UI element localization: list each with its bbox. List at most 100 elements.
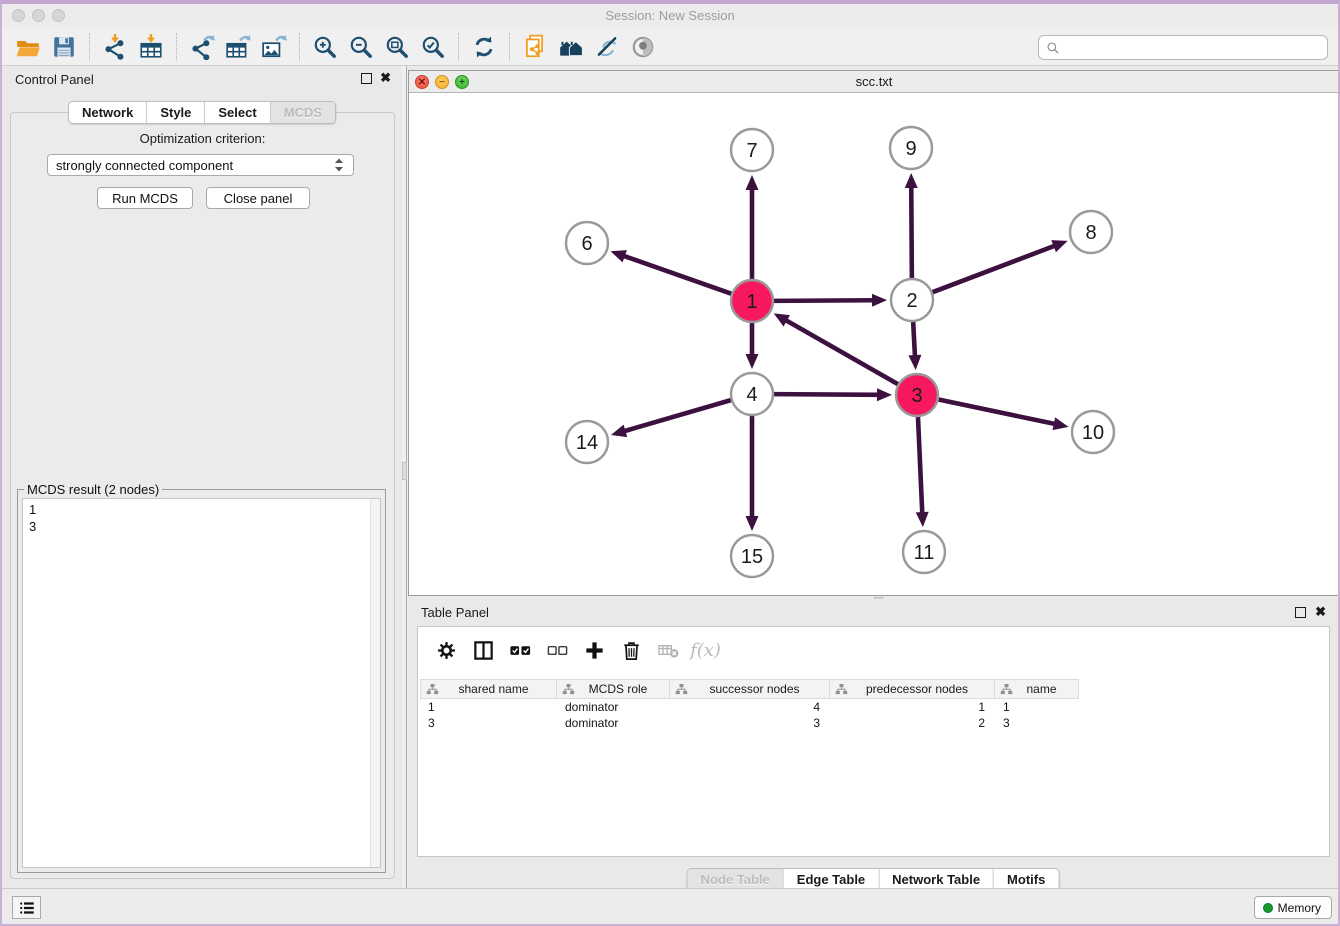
- tab-edge-table[interactable]: Edge Table: [783, 869, 878, 890]
- delete-icon: [620, 639, 643, 662]
- table-cell[interactable]: 3: [670, 715, 830, 731]
- tab-style[interactable]: Style: [146, 102, 204, 123]
- column-header-label: successor nodes: [688, 682, 829, 696]
- edge-2-8[interactable]: [933, 245, 1056, 292]
- save-session-button[interactable]: [46, 31, 82, 63]
- control-panel: Control Panel ✖ NetworkStyleSelectMCDS O…: [2, 66, 402, 888]
- edge-arrowhead: [746, 516, 759, 531]
- export-network-button[interactable]: [184, 31, 220, 63]
- tab-network-table[interactable]: Network Table: [878, 869, 993, 890]
- deselect-all-button[interactable]: [539, 633, 576, 667]
- graph-node-label-11: 11: [914, 542, 935, 564]
- table-panel-header: Table Panel ✖: [408, 599, 1338, 625]
- import-network-button[interactable]: [97, 31, 133, 63]
- apply-layout-icon: [471, 34, 497, 60]
- close-panel-button[interactable]: Close panel: [206, 187, 310, 209]
- toggle-graphics-details-button[interactable]: [589, 31, 625, 63]
- tab-node-table[interactable]: Node Table: [688, 869, 783, 890]
- column-header-predecessor-nodes[interactable]: predecessor nodes: [830, 679, 995, 699]
- edge-1-6[interactable]: [623, 256, 731, 294]
- mcds-result-title: MCDS result (2 nodes): [24, 482, 162, 497]
- tab-motifs[interactable]: Motifs: [993, 869, 1058, 890]
- zoom-in-button[interactable]: [307, 31, 343, 63]
- settings-button[interactable]: [428, 633, 465, 667]
- export-image-button[interactable]: [256, 31, 292, 63]
- table-cell[interactable]: 1: [830, 699, 995, 715]
- mcds-result-text[interactable]: 13: [22, 498, 381, 868]
- search-box[interactable]: [1038, 35, 1328, 60]
- edge-3-11[interactable]: [918, 417, 922, 514]
- open-session-button[interactable]: [10, 31, 46, 63]
- graph-node-label-2: 2: [906, 290, 917, 312]
- network-graph[interactable]: 1234678910111415: [409, 93, 1339, 595]
- table-float-icon[interactable]: [1295, 607, 1306, 618]
- table-close-icon[interactable]: ✖: [1315, 605, 1326, 619]
- welcome-screen-button[interactable]: [553, 31, 589, 63]
- toolbar-separator: [299, 33, 300, 61]
- function-builder-button[interactable]: f(x): [687, 633, 724, 667]
- network-canvas[interactable]: 1234678910111415: [409, 93, 1339, 595]
- table-cell[interactable]: 3: [420, 715, 557, 731]
- column-header-shared-name[interactable]: shared name: [420, 679, 557, 699]
- float-panel-icon[interactable]: [361, 73, 372, 84]
- edge-arrowhead: [746, 175, 759, 190]
- splitter-handle[interactable]: [402, 462, 407, 480]
- edge-4-3[interactable]: [774, 394, 879, 395]
- close-panel-icon[interactable]: ✖: [380, 71, 391, 85]
- search-input[interactable]: [1060, 40, 1320, 55]
- graph-node-label-9: 9: [905, 138, 916, 160]
- memory-button[interactable]: Memory: [1254, 896, 1332, 919]
- table-cell[interactable]: 3: [995, 715, 1079, 731]
- mcds-result-line: 3: [29, 518, 380, 535]
- export-table-button[interactable]: [220, 31, 256, 63]
- edge-4-14[interactable]: [623, 400, 730, 431]
- toolbar-separator: [509, 33, 510, 61]
- import-table-button[interactable]: [133, 31, 169, 63]
- table-cell[interactable]: dominator: [557, 715, 670, 731]
- network-close-button[interactable]: ✕: [415, 75, 429, 89]
- column-header-mcds-role[interactable]: MCDS role: [557, 679, 670, 699]
- tab-mcds[interactable]: MCDS: [270, 102, 335, 123]
- optimization-criterion-select[interactable]: strongly connected component: [47, 154, 354, 176]
- clear-table-button[interactable]: [650, 633, 687, 667]
- add-icon: [583, 639, 606, 662]
- node-table: shared nameMCDS role successor nodesprede…: [420, 679, 1079, 731]
- result-scrollbar[interactable]: [370, 499, 380, 867]
- edge-3-1[interactable]: [785, 320, 898, 384]
- zoom-fit-button[interactable]: [379, 31, 415, 63]
- apply-layout-button[interactable]: [466, 31, 502, 63]
- table-cell[interactable]: 4: [670, 699, 830, 715]
- edge-2-9[interactable]: [911, 186, 912, 278]
- network-zoom-button[interactable]: +: [455, 75, 469, 89]
- column-header-successor-nodes[interactable]: successor nodes: [670, 679, 830, 699]
- edge-1-2[interactable]: [774, 300, 874, 301]
- select-all-button[interactable]: [502, 633, 539, 667]
- add-button[interactable]: [576, 633, 613, 667]
- task-history-button[interactable]: [12, 896, 41, 919]
- table-cell[interactable]: 2: [830, 715, 995, 731]
- zoom-selected-button[interactable]: [415, 31, 451, 63]
- minimize-window-button[interactable]: [32, 9, 45, 22]
- run-mcds-button[interactable]: Run MCDS: [97, 187, 193, 209]
- table-row[interactable]: 3dominator323: [420, 715, 1079, 731]
- mcds-tab-content: Optimization criterion: strongly connect…: [10, 112, 395, 879]
- column-header-name[interactable]: name: [995, 679, 1079, 699]
- table-cell[interactable]: dominator: [557, 699, 670, 715]
- split-view-button[interactable]: [465, 633, 502, 667]
- edge-3-10[interactable]: [939, 400, 1056, 425]
- save-session-icon: [51, 34, 77, 60]
- zoom-window-button[interactable]: [52, 9, 65, 22]
- table-cell[interactable]: 1: [995, 699, 1079, 715]
- network-minimize-button[interactable]: −: [435, 75, 449, 89]
- close-window-button[interactable]: [12, 9, 25, 22]
- edge-2-3[interactable]: [913, 322, 915, 357]
- tab-network[interactable]: Network: [69, 102, 146, 123]
- table-row[interactable]: 1dominator411: [420, 699, 1079, 715]
- clear-table-icon: [657, 639, 680, 662]
- tab-select[interactable]: Select: [204, 102, 269, 123]
- delete-button[interactable]: [613, 633, 650, 667]
- show-hide-panels-button[interactable]: [625, 31, 661, 63]
- table-cell[interactable]: 1: [420, 699, 557, 715]
- zoom-out-button[interactable]: [343, 31, 379, 63]
- new-network-from-file-button[interactable]: [517, 31, 553, 63]
